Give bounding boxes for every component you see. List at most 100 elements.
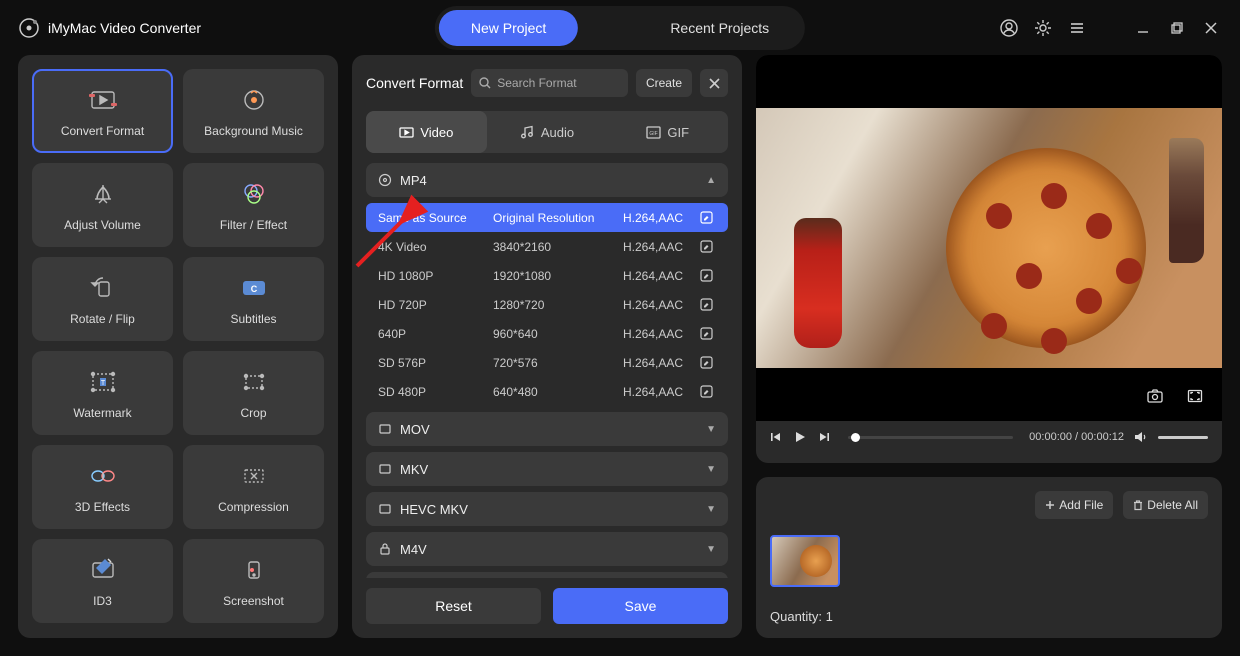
file-thumbnail[interactable] xyxy=(770,535,840,587)
snapshot-button[interactable] xyxy=(1140,383,1170,409)
chevron-down-icon: ▼ xyxy=(706,504,716,515)
search-input[interactable]: Search Format xyxy=(471,69,628,97)
tool-crop[interactable]: Crop xyxy=(183,351,324,435)
tool-label: Adjust Volume xyxy=(64,218,141,232)
prev-icon xyxy=(770,431,782,443)
preset-name: HD 1080P xyxy=(378,269,493,283)
reset-button[interactable]: Reset xyxy=(366,588,541,624)
recent-projects-tab[interactable]: Recent Projects xyxy=(638,10,801,46)
preset-codec: H.264,AAC xyxy=(623,385,700,399)
format-group-m4v[interactable]: M4V▼ xyxy=(366,532,728,566)
tool-filter[interactable]: Filter / Effect xyxy=(183,163,324,247)
volume-icon xyxy=(86,178,120,210)
format-group-hevc-mkv[interactable]: HEVC MKV▼ xyxy=(366,492,728,526)
tool-watermark[interactable]: TWatermark xyxy=(32,351,173,435)
close-button[interactable] xyxy=(1200,17,1222,39)
tab-video[interactable]: Video xyxy=(366,111,487,153)
tool-label: ID3 xyxy=(93,594,112,608)
user-icon[interactable] xyxy=(998,17,1020,39)
tab-gif[interactable]: GIF GIF xyxy=(607,111,728,153)
video-icon xyxy=(399,125,414,140)
timecode: 00:00:00 / 00:00:12 xyxy=(1029,431,1124,443)
next-icon xyxy=(818,431,830,443)
preset-codec: H.264,AAC xyxy=(623,298,700,312)
convert-icon xyxy=(86,84,120,116)
prev-button[interactable] xyxy=(770,431,784,443)
preset-row[interactable]: SD 480P640*480H.264,AAC xyxy=(366,377,728,406)
tool-subtitles[interactable]: C Subtitles xyxy=(183,257,324,341)
video-frame xyxy=(756,108,1222,368)
format-group-mov[interactable]: MOV▼ xyxy=(366,412,728,446)
preset-name: 4K Video xyxy=(378,240,493,254)
seek-bar[interactable] xyxy=(848,436,1013,439)
edit-preset-icon[interactable] xyxy=(700,298,716,311)
tool-id3[interactable]: ID3 xyxy=(32,539,173,623)
maximize-button[interactable] xyxy=(1166,17,1188,39)
tool-label: Crop xyxy=(240,406,266,420)
format-group-mp4[interactable]: MP4▲ xyxy=(366,163,728,197)
add-file-button[interactable]: Add File xyxy=(1035,491,1113,519)
close-panel-button[interactable] xyxy=(700,69,728,97)
volume-slider[interactable] xyxy=(1158,436,1208,439)
preset-resolution: 640*480 xyxy=(493,385,623,399)
crop-icon xyxy=(237,366,271,398)
create-button[interactable]: Create xyxy=(636,69,692,97)
volume-icon xyxy=(1134,430,1148,444)
play-button[interactable] xyxy=(794,431,808,443)
preset-row[interactable]: HD 720P1280*720H.264,AAC xyxy=(366,290,728,319)
tab-audio[interactable]: Audio xyxy=(487,111,608,153)
gear-icon[interactable] xyxy=(1032,17,1054,39)
edit-preset-icon[interactable] xyxy=(700,327,716,340)
preset-codec: H.264,AAC xyxy=(623,240,700,254)
chevron-down-icon: ▼ xyxy=(706,544,716,555)
menu-icon[interactable] xyxy=(1066,17,1088,39)
video-preview[interactable] xyxy=(756,55,1222,421)
svg-text:GIF: GIF xyxy=(650,131,658,137)
filter-icon xyxy=(237,178,271,210)
preset-row[interactable]: Same as SourceOriginal ResolutionH.264,A… xyxy=(366,203,728,232)
tool-convert[interactable]: Convert Format xyxy=(32,69,173,153)
volume-button[interactable] xyxy=(1134,430,1148,444)
camera-icon xyxy=(1147,389,1163,403)
edit-preset-icon[interactable] xyxy=(700,240,716,253)
tool-label: 3D Effects xyxy=(75,500,130,514)
save-button[interactable]: Save xyxy=(553,588,728,624)
trash-icon xyxy=(1133,500,1143,511)
next-button[interactable] xyxy=(818,431,832,443)
tool-music[interactable]: Background Music xyxy=(183,69,324,153)
edit-preset-icon[interactable] xyxy=(700,211,716,224)
3d-icon xyxy=(86,460,120,492)
tool-label: Screenshot xyxy=(223,594,284,608)
rotate-icon xyxy=(86,272,120,304)
preset-row[interactable]: SD 576P720*576H.264,AAC xyxy=(366,348,728,377)
tool-label: Watermark xyxy=(73,406,131,420)
chevron-down-icon: ▼ xyxy=(706,464,716,475)
preset-row[interactable]: 640P960*640H.264,AAC xyxy=(366,319,728,348)
preset-codec: H.264,AAC xyxy=(623,269,700,283)
tool-label: Convert Format xyxy=(61,124,144,138)
tool-label: Subtitles xyxy=(230,312,276,326)
edit-preset-icon[interactable] xyxy=(700,269,716,282)
app-logo: iMyMac Video Converter xyxy=(18,17,201,39)
format-group-avi[interactable]: AVI▼ xyxy=(366,572,728,578)
tool-label: Background Music xyxy=(204,124,303,138)
preset-row[interactable]: 4K Video3840*2160H.264,AAC xyxy=(366,232,728,261)
preset-resolution: 1280*720 xyxy=(493,298,623,312)
tool-volume[interactable]: Adjust Volume xyxy=(32,163,173,247)
new-project-tab[interactable]: New Project xyxy=(439,10,578,46)
minimize-button[interactable] xyxy=(1132,17,1154,39)
format-group-mkv[interactable]: MKV▼ xyxy=(366,452,728,486)
tool-screenshot[interactable]: Screenshot xyxy=(183,539,324,623)
delete-all-button[interactable]: Delete All xyxy=(1123,491,1208,519)
fullscreen-button[interactable] xyxy=(1180,383,1210,409)
tool-compress[interactable]: Compression xyxy=(183,445,324,529)
preset-row[interactable]: HD 1080P1920*1080H.264,AAC xyxy=(366,261,728,290)
subtitles-icon: C xyxy=(237,272,271,304)
tool-rotate[interactable]: Rotate / Flip xyxy=(32,257,173,341)
tool-3d[interactable]: 3D Effects xyxy=(32,445,173,529)
id3-icon xyxy=(86,554,120,586)
quantity-label: Quantity: 1 xyxy=(770,609,1208,624)
edit-preset-icon[interactable] xyxy=(700,385,716,398)
edit-preset-icon[interactable] xyxy=(700,356,716,369)
search-placeholder: Search Format xyxy=(497,76,576,90)
